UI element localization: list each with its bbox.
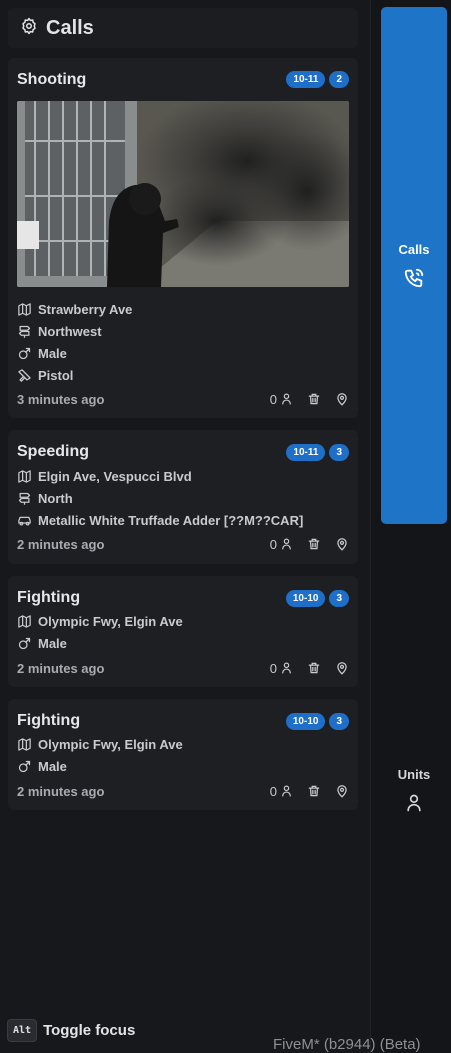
call-title: Shooting bbox=[17, 71, 87, 88]
phone-call-icon bbox=[404, 268, 424, 288]
call-detail: Olympic Fwy, Elgin Ave bbox=[17, 612, 183, 630]
call-detail: Male bbox=[17, 757, 67, 775]
attach-unit-button[interactable]: 0 bbox=[270, 537, 293, 552]
user-icon bbox=[282, 393, 291, 405]
calls-header: Calls bbox=[8, 8, 358, 48]
toggle-focus-hint: Alt Toggle focus bbox=[7, 1019, 135, 1042]
call-time: 2 minutes ago bbox=[17, 536, 105, 552]
trash-icon[interactable] bbox=[307, 537, 321, 551]
user-icon bbox=[282, 785, 291, 797]
call-detail-text: Male bbox=[38, 758, 67, 774]
trash-icon[interactable] bbox=[307, 661, 321, 675]
unit-count-badge: 3 bbox=[329, 713, 349, 730]
trash-icon[interactable] bbox=[307, 784, 321, 798]
call-footer: 2 minutes ago 0 bbox=[17, 782, 349, 800]
map-icon bbox=[18, 737, 31, 751]
call-card[interactable]: Speeding 10-11 3 Elgin Ave, Vespucci Blv… bbox=[8, 430, 358, 564]
call-title: Fighting bbox=[17, 589, 81, 606]
call-detail: Male bbox=[17, 634, 67, 652]
call-detail-text: Olympic Fwy, Elgin Ave bbox=[38, 736, 183, 752]
call-detail: Strawberry Ave bbox=[17, 300, 132, 318]
user-icon bbox=[282, 662, 291, 674]
call-detail-text: Olympic Fwy, Elgin Ave bbox=[38, 613, 183, 629]
attached-count: 0 bbox=[269, 660, 277, 676]
call-time: 3 minutes ago bbox=[17, 391, 105, 407]
trash-icon[interactable] bbox=[307, 392, 321, 406]
male-icon bbox=[18, 760, 31, 772]
call-title: Fighting bbox=[17, 712, 81, 729]
call-detail: Olympic Fwy, Elgin Ave bbox=[17, 735, 183, 753]
call-detail: Elgin Ave, Vespucci Blvd bbox=[17, 467, 192, 485]
attach-unit-button[interactable]: 0 bbox=[270, 784, 293, 799]
attach-unit-button[interactable]: 0 bbox=[270, 661, 293, 676]
call-footer: 2 minutes ago 0 bbox=[17, 535, 349, 553]
call-code-badge: 10-10 bbox=[285, 713, 326, 730]
call-detail: North bbox=[17, 489, 73, 507]
attached-count: 0 bbox=[269, 783, 277, 799]
call-card[interactable]: Fighting 10-10 3 Olympic Fwy, Elgin Ave … bbox=[8, 576, 358, 687]
unit-count-badge: 2 bbox=[329, 71, 349, 88]
call-card[interactable]: Fighting 10-10 3 Olympic Fwy, Elgin Ave … bbox=[8, 699, 358, 810]
call-detail: Male bbox=[17, 344, 67, 362]
location-pin-icon[interactable] bbox=[335, 661, 349, 675]
call-detail-text: North bbox=[38, 490, 73, 506]
call-detail-text: Male bbox=[38, 635, 67, 651]
pistol-icon bbox=[18, 368, 31, 382]
attached-count: 0 bbox=[269, 536, 277, 552]
location-pin-icon[interactable] bbox=[335, 392, 349, 406]
map-icon bbox=[18, 302, 31, 316]
call-detail-text: Male bbox=[38, 345, 67, 361]
fivem-watermark: FiveM* (b2944) (Beta) bbox=[273, 1036, 421, 1053]
call-footer: 2 minutes ago 0 bbox=[17, 659, 349, 677]
unit-count-badge: 3 bbox=[329, 444, 349, 461]
map-icon bbox=[18, 469, 31, 483]
unit-count-badge: 3 bbox=[329, 590, 349, 607]
location-pin-icon[interactable] bbox=[335, 784, 349, 798]
call-footer: 3 minutes ago 0 bbox=[17, 390, 349, 408]
call-card[interactable]: Shooting 10-11 2 Strawberry Ave Northwes… bbox=[8, 58, 358, 418]
call-code-badge: 10-11 bbox=[286, 71, 326, 88]
call-detail-text: Strawberry Ave bbox=[38, 301, 133, 317]
page-title: Calls bbox=[46, 16, 94, 39]
location-pin-icon[interactable] bbox=[335, 537, 349, 551]
call-detail: Northwest bbox=[17, 322, 102, 340]
signpost-icon bbox=[18, 492, 31, 505]
call-detail-text: Pistol bbox=[38, 367, 74, 383]
call-detail-text: Metallic White Truffade Adder [??M??CAR] bbox=[38, 512, 304, 528]
hint-label: Toggle focus bbox=[43, 1022, 136, 1039]
tab-calls-label: Calls bbox=[398, 242, 430, 257]
user-icon bbox=[407, 794, 421, 811]
call-time: 2 minutes ago bbox=[17, 783, 105, 799]
gear-icon[interactable] bbox=[20, 17, 38, 40]
call-code-badge: 10-10 bbox=[285, 590, 326, 607]
call-code-badge: 10-11 bbox=[286, 444, 326, 461]
call-detail-text: Elgin Ave, Vespucci Blvd bbox=[38, 468, 192, 484]
tab-units[interactable]: Units bbox=[381, 750, 447, 830]
signpost-icon bbox=[18, 325, 31, 338]
call-title: Speeding bbox=[17, 443, 90, 460]
call-detail: Metallic White Truffade Adder [??M??CAR] bbox=[17, 511, 303, 529]
user-icon bbox=[282, 538, 291, 550]
call-detail: Pistol bbox=[17, 366, 73, 384]
car-icon bbox=[18, 516, 31, 525]
map-icon bbox=[18, 614, 31, 628]
call-time: 2 minutes ago bbox=[17, 660, 105, 676]
tab-calls[interactable]: Calls bbox=[381, 7, 447, 524]
tab-units-label: Units bbox=[397, 766, 431, 782]
call-photo bbox=[17, 101, 349, 287]
alt-key: Alt bbox=[7, 1019, 38, 1042]
call-detail-text: Northwest bbox=[38, 323, 102, 339]
male-icon bbox=[18, 637, 31, 649]
male-icon bbox=[18, 347, 31, 359]
attached-count: 0 bbox=[269, 391, 277, 407]
attach-unit-button[interactable]: 0 bbox=[270, 392, 293, 407]
